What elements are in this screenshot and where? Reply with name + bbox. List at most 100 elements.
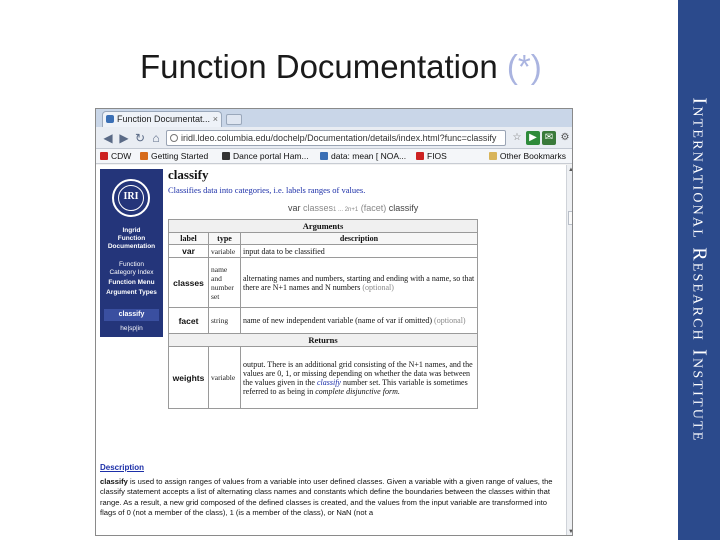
language-links[interactable]: he|sp|in bbox=[100, 325, 163, 332]
brand-sidebar: International Research Institute bbox=[678, 0, 720, 540]
bookmark-label: data: mean [ NOA... bbox=[331, 151, 407, 161]
tab-title: Function Documentat... bbox=[117, 114, 211, 124]
logo-text: IRI bbox=[123, 191, 139, 202]
arg-desc-text: alternating names and numbers, starting … bbox=[243, 273, 475, 292]
bookmark-label: CDW bbox=[111, 151, 132, 161]
description-heading[interactable]: Description bbox=[100, 463, 144, 472]
tab-bar: Function Documentat... × bbox=[96, 109, 572, 127]
sig-classes: classes bbox=[303, 203, 334, 213]
bookmark-getting-started[interactable]: Getting Started bbox=[140, 149, 208, 163]
browser-window: Function Documentat... × ◀ ▶ ↻ ⌂ iridl.l… bbox=[95, 108, 573, 536]
home-icon[interactable]: ⌂ bbox=[148, 130, 164, 146]
arg-desc-text: name of new independent variable (name o… bbox=[243, 316, 433, 325]
returns-header: Returns bbox=[168, 333, 478, 347]
new-tab-button[interactable] bbox=[226, 114, 242, 125]
sidebar-link-category-index[interactable]: Category Index bbox=[100, 269, 163, 277]
function-signature: var classes1 ... 2n+1 (facet) classify bbox=[288, 203, 418, 213]
arguments-header: Arguments bbox=[168, 219, 478, 233]
close-tab-icon[interactable]: × bbox=[213, 112, 218, 126]
iri-logo[interactable]: IRI bbox=[112, 179, 150, 217]
sig-subscript: 1 ... 2n+1 bbox=[333, 207, 359, 213]
slide-title: Function Documentation (*) bbox=[140, 48, 660, 86]
ingrid-sidebar: IRI Ingrid Function Documentation Functi… bbox=[100, 169, 163, 337]
table-row: var variable input data to be classified bbox=[168, 244, 478, 258]
sig-fn: classify bbox=[388, 203, 419, 213]
address-text: iridl.ldeo.columbia.edu/dochelp/Document… bbox=[181, 133, 497, 143]
bookmark-cdw[interactable]: CDW bbox=[100, 149, 131, 163]
arguments-table: Arguments label type description var var… bbox=[168, 219, 478, 409]
bookmark-label: Dance portal Ham... bbox=[233, 151, 309, 161]
description-body: classify is used to assign ranges of val… bbox=[100, 477, 562, 519]
return-desc: output. There is an additional grid cons… bbox=[240, 346, 478, 409]
col-label: label bbox=[168, 232, 209, 245]
bookmark-icon bbox=[100, 152, 108, 160]
arg-label: var bbox=[168, 244, 209, 258]
arg-desc-text: input data to be classified bbox=[243, 246, 325, 256]
return-label: weights bbox=[168, 346, 209, 409]
bookmarks-bar: CDW Getting Started Dance portal Ham... … bbox=[96, 149, 572, 164]
page-favicon-icon bbox=[106, 115, 114, 123]
bookmark-label: FIOS bbox=[427, 151, 447, 161]
address-bar[interactable]: iridl.ldeo.columbia.edu/dochelp/Document… bbox=[166, 130, 506, 146]
table-row: facet string name of new independent var… bbox=[168, 307, 478, 334]
sig-facet: (facet) bbox=[360, 203, 387, 213]
classify-link[interactable]: classify bbox=[317, 378, 341, 387]
sidebar-documentation: Documentation bbox=[107, 243, 156, 250]
return-type[interactable]: variable bbox=[208, 346, 241, 409]
sidebar-link-argument-types[interactable]: Argument Types bbox=[100, 289, 163, 297]
globe-icon bbox=[170, 134, 178, 142]
function-name: classify bbox=[168, 167, 209, 182]
arg-desc: name of new independent variable (name o… bbox=[240, 307, 478, 334]
description-text: is used to assign ranges of values from … bbox=[100, 477, 553, 518]
vertical-scrollbar[interactable]: ▲ ▼ bbox=[566, 165, 572, 535]
wrench-icon[interactable]: ⚙ bbox=[558, 131, 572, 145]
scroll-thumb[interactable] bbox=[568, 211, 572, 225]
bookmark-fios[interactable]: FIOS bbox=[416, 149, 447, 163]
scroll-up-icon[interactable]: ▲ bbox=[568, 167, 572, 173]
table-row: classes name and number set alternating … bbox=[168, 257, 478, 308]
forward-icon[interactable]: ▶ bbox=[116, 130, 132, 146]
arg-type[interactable]: variable bbox=[208, 244, 241, 258]
arg-type[interactable]: name and number set bbox=[208, 257, 241, 308]
optional-tag: (optional) bbox=[434, 316, 466, 325]
other-bookmarks-label: Other Bookmarks bbox=[499, 151, 566, 161]
back-icon[interactable]: ◀ bbox=[100, 130, 116, 146]
scroll-down-icon[interactable]: ▼ bbox=[568, 529, 572, 535]
sidebar-ingrid: Ingrid bbox=[122, 227, 141, 234]
sidebar-link-function[interactable]: Function bbox=[100, 261, 163, 269]
doc-content: classify Classifies data into categories… bbox=[168, 167, 564, 409]
page-viewport: IRI Ingrid Function Documentation Functi… bbox=[96, 165, 566, 535]
sidebar-link-function-menu[interactable]: Function Menu bbox=[100, 279, 163, 287]
arg-desc: alternating names and numbers, starting … bbox=[240, 257, 478, 308]
mail-icon[interactable]: ✉ bbox=[542, 131, 556, 145]
extension-icon[interactable]: ▶ bbox=[526, 131, 540, 145]
return-desc-italic: complete disjunctive form. bbox=[315, 386, 400, 396]
slide-title-text: Function Documentation bbox=[140, 48, 498, 85]
arg-type[interactable]: string bbox=[208, 307, 241, 334]
sidebar-item-classify[interactable]: classify bbox=[104, 309, 159, 321]
browser-toolbar: ◀ ▶ ↻ ⌂ iridl.ldeo.columbia.edu/dochelp/… bbox=[96, 127, 572, 149]
star-icon[interactable]: ☆ bbox=[510, 131, 524, 145]
bookmark-icon bbox=[320, 152, 328, 160]
sidebar-function: Function bbox=[117, 235, 146, 242]
arg-label: classes bbox=[168, 257, 209, 308]
bookmark-data-mean[interactable]: data: mean [ NOA... bbox=[320, 149, 406, 163]
function-summary: Classifies data into categories, i.e. la… bbox=[168, 185, 366, 195]
col-description: description bbox=[240, 232, 478, 245]
bookmark-icon bbox=[140, 152, 148, 160]
reload-icon[interactable]: ↻ bbox=[132, 130, 148, 146]
bookmark-dance-portal[interactable]: Dance portal Ham... bbox=[222, 149, 309, 163]
sig-var: var bbox=[288, 203, 301, 213]
col-type: type bbox=[208, 232, 241, 245]
other-bookmarks[interactable]: Other Bookmarks bbox=[488, 149, 566, 163]
title-marker: (*) bbox=[506, 48, 542, 85]
optional-tag: (optional) bbox=[362, 282, 394, 292]
browser-tab[interactable]: Function Documentat... × bbox=[102, 111, 222, 127]
table-row: weights variable output. There is an add… bbox=[168, 346, 478, 409]
arg-label: facet bbox=[168, 307, 209, 334]
bookmark-icon bbox=[416, 152, 424, 160]
bookmark-icon bbox=[222, 152, 230, 160]
description-function-name: classify bbox=[100, 477, 128, 486]
arg-desc: input data to be classified bbox=[240, 244, 478, 258]
folder-icon bbox=[488, 152, 497, 160]
